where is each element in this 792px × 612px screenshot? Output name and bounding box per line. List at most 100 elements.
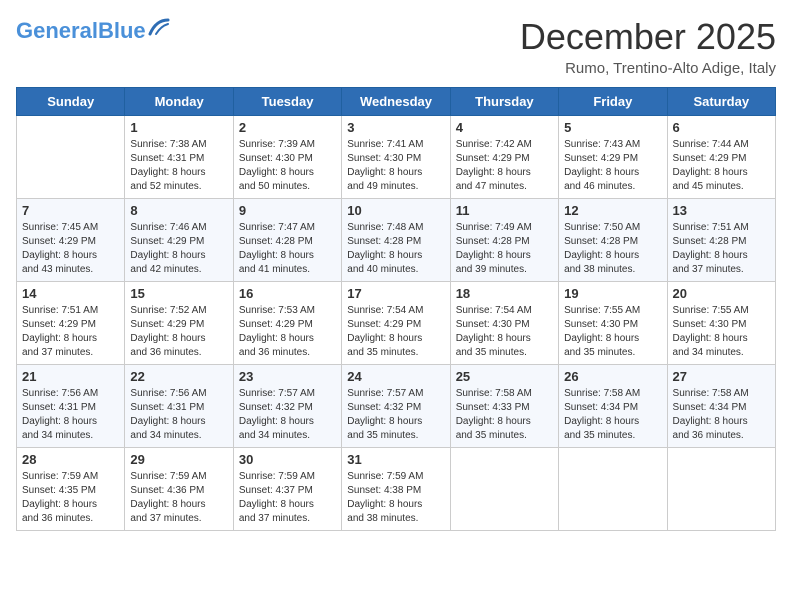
day-number: 29: [130, 452, 227, 467]
calendar-cell: 3Sunrise: 7:41 AMSunset: 4:30 PMDaylight…: [342, 116, 450, 199]
calendar-week-row: 1 Sunrise: 7:38 AMSunset: 4:31 PMDaylight…: [17, 116, 776, 199]
calendar-cell: 13Sunrise: 7:51 AMSunset: 4:28 PMDayligh…: [667, 199, 775, 282]
cell-info: Sunrise: 7:59 AMSunset: 4:38 PMDaylight:…: [347, 470, 444, 526]
calendar-cell: [559, 448, 667, 531]
cell-info: Sunrise: 7:59 AMSunset: 4:35 PMDaylight:…: [22, 470, 119, 526]
month-title: December 2025: [520, 16, 776, 58]
calendar-cell: 15 Sunrise: 7:52 AMSunset: 4:29 PMDayligh…: [125, 282, 233, 365]
title-block: December 2025 Rumo, Trentino-Alto Adige,…: [520, 16, 776, 77]
day-number: 24: [347, 369, 444, 384]
calendar-cell: [667, 448, 775, 531]
logo-general: General: [16, 18, 98, 43]
calendar-cell: 2 Sunrise: 7:39 AMSunset: 4:30 PMDaylight…: [233, 116, 341, 199]
day-number: 31: [347, 452, 444, 467]
calendar-cell: 12Sunrise: 7:50 AMSunset: 4:28 PMDayligh…: [559, 199, 667, 282]
day-number: 21: [22, 369, 119, 384]
day-number: 1: [130, 120, 227, 135]
cell-info: Sunrise: 7:55 AMSunset: 4:30 PMDaylight:…: [564, 304, 661, 360]
day-number: 28: [22, 452, 119, 467]
calendar-week-row: 21 Sunrise: 7:56 AMSunset: 4:31 PMDayligh…: [17, 365, 776, 448]
day-header-saturday: Saturday: [667, 88, 775, 116]
cell-info: Sunrise: 7:55 AMSunset: 4:30 PMDaylight:…: [673, 304, 770, 360]
calendar-cell: 29 Sunrise: 7:59 AMSunset: 4:36 PMDayligh…: [125, 448, 233, 531]
cell-info: Sunrise: 7:53 AMSunset: 4:29 PMDaylight:…: [239, 304, 336, 360]
cell-info: Sunrise: 7:44 AMSunset: 4:29 PMDaylight:…: [673, 138, 770, 194]
cell-info: Sunrise: 7:42 AMSunset: 4:29 PMDaylight:…: [456, 138, 553, 194]
logo: GeneralBlue: [16, 20, 170, 42]
calendar-cell: 14Sunrise: 7:51 AMSunset: 4:29 PMDayligh…: [17, 282, 125, 365]
calendar-cell: 9 Sunrise: 7:47 AMSunset: 4:28 PMDaylight…: [233, 199, 341, 282]
logo-wing-icon: [148, 18, 170, 36]
day-header-wednesday: Wednesday: [342, 88, 450, 116]
day-header-tuesday: Tuesday: [233, 88, 341, 116]
day-number: 23: [239, 369, 336, 384]
day-number: 6: [673, 120, 770, 135]
page-header: GeneralBlue December 2025 Rumo, Trentino…: [16, 16, 776, 77]
calendar-cell: 17 Sunrise: 7:54 AMSunset: 4:29 PMDayligh…: [342, 282, 450, 365]
day-number: 4: [456, 120, 553, 135]
calendar-body: 1 Sunrise: 7:38 AMSunset: 4:31 PMDaylight…: [17, 116, 776, 531]
day-number: 27: [673, 369, 770, 384]
calendar-cell: 16 Sunrise: 7:53 AMSunset: 4:29 PMDayligh…: [233, 282, 341, 365]
cell-info: Sunrise: 7:54 AMSunset: 4:30 PMDaylight:…: [456, 304, 553, 360]
day-number: 12: [564, 203, 661, 218]
cell-info: Sunrise: 7:39 AMSunset: 4:30 PMDaylight:…: [239, 138, 336, 194]
calendar-cell: 19Sunrise: 7:55 AMSunset: 4:30 PMDayligh…: [559, 282, 667, 365]
day-number: 18: [456, 286, 553, 301]
cell-info: Sunrise: 7:47 AMSunset: 4:28 PMDaylight:…: [239, 221, 336, 277]
calendar-cell: 25 Sunrise: 7:58 AMSunset: 4:33 PMDayligh…: [450, 365, 558, 448]
calendar-cell: 20 Sunrise: 7:55 AMSunset: 4:30 PMDayligh…: [667, 282, 775, 365]
location: Rumo, Trentino-Alto Adige, Italy: [520, 60, 776, 77]
calendar-cell: 4 Sunrise: 7:42 AMSunset: 4:29 PMDaylight…: [450, 116, 558, 199]
cell-info: Sunrise: 7:57 AMSunset: 4:32 PMDaylight:…: [347, 387, 444, 443]
day-number: 9: [239, 203, 336, 218]
day-number: 22: [130, 369, 227, 384]
calendar-cell: 7Sunrise: 7:45 AMSunset: 4:29 PMDaylight…: [17, 199, 125, 282]
calendar-cell: 23 Sunrise: 7:57 AMSunset: 4:32 PMDayligh…: [233, 365, 341, 448]
day-number: 10: [347, 203, 444, 218]
day-header-sunday: Sunday: [17, 88, 125, 116]
calendar-cell: 27Sunrise: 7:58 AMSunset: 4:34 PMDayligh…: [667, 365, 775, 448]
cell-info: Sunrise: 7:43 AMSunset: 4:29 PMDaylight:…: [564, 138, 661, 194]
calendar-cell: 5Sunrise: 7:43 AMSunset: 4:29 PMDaylight…: [559, 116, 667, 199]
cell-info: Sunrise: 7:56 AMSunset: 4:31 PMDaylight:…: [22, 387, 119, 443]
day-number: 16: [239, 286, 336, 301]
calendar-week-row: 28 Sunrise: 7:59 AMSunset: 4:35 PMDayligh…: [17, 448, 776, 531]
cell-info: Sunrise: 7:52 AMSunset: 4:29 PMDaylight:…: [130, 304, 227, 360]
day-number: 17: [347, 286, 444, 301]
day-number: 7: [22, 203, 119, 218]
cell-info: Sunrise: 7:58 AMSunset: 4:34 PMDaylight:…: [564, 387, 661, 443]
calendar-cell: 21 Sunrise: 7:56 AMSunset: 4:31 PMDayligh…: [17, 365, 125, 448]
calendar-cell: 6 Sunrise: 7:44 AMSunset: 4:29 PMDaylight…: [667, 116, 775, 199]
cell-info: Sunrise: 7:54 AMSunset: 4:29 PMDaylight:…: [347, 304, 444, 360]
calendar-cell: 8Sunrise: 7:46 AMSunset: 4:29 PMDaylight…: [125, 199, 233, 282]
day-number: 15: [130, 286, 227, 301]
day-number: 20: [673, 286, 770, 301]
cell-info: Sunrise: 7:58 AMSunset: 4:33 PMDaylight:…: [456, 387, 553, 443]
day-number: 14: [22, 286, 119, 301]
day-header-monday: Monday: [125, 88, 233, 116]
cell-info: Sunrise: 7:51 AMSunset: 4:28 PMDaylight:…: [673, 221, 770, 277]
cell-info: Sunrise: 7:56 AMSunset: 4:31 PMDaylight:…: [130, 387, 227, 443]
day-number: 26: [564, 369, 661, 384]
day-headers-row: SundayMondayTuesdayWednesdayThursdayFrid…: [17, 88, 776, 116]
cell-info: Sunrise: 7:48 AMSunset: 4:28 PMDaylight:…: [347, 221, 444, 277]
day-number: 2: [239, 120, 336, 135]
calendar-header: SundayMondayTuesdayWednesdayThursdayFrid…: [17, 88, 776, 116]
cell-info: Sunrise: 7:38 AMSunset: 4:31 PMDaylight:…: [130, 138, 227, 194]
calendar-cell: 28 Sunrise: 7:59 AMSunset: 4:35 PMDayligh…: [17, 448, 125, 531]
calendar-cell: 31 Sunrise: 7:59 AMSunset: 4:38 PMDayligh…: [342, 448, 450, 531]
calendar-cell: [450, 448, 558, 531]
day-number: 25: [456, 369, 553, 384]
logo-blue: Blue: [98, 18, 146, 43]
cell-info: Sunrise: 7:49 AMSunset: 4:28 PMDaylight:…: [456, 221, 553, 277]
calendar-cell: 26 Sunrise: 7:58 AMSunset: 4:34 PMDayligh…: [559, 365, 667, 448]
cell-info: Sunrise: 7:41 AMSunset: 4:30 PMDaylight:…: [347, 138, 444, 194]
cell-info: Sunrise: 7:57 AMSunset: 4:32 PMDaylight:…: [239, 387, 336, 443]
calendar-cell: 24 Sunrise: 7:57 AMSunset: 4:32 PMDayligh…: [342, 365, 450, 448]
cell-info: Sunrise: 7:59 AMSunset: 4:36 PMDaylight:…: [130, 470, 227, 526]
cell-info: Sunrise: 7:46 AMSunset: 4:29 PMDaylight:…: [130, 221, 227, 277]
calendar-cell: 10 Sunrise: 7:48 AMSunset: 4:28 PMDayligh…: [342, 199, 450, 282]
calendar-week-row: 7Sunrise: 7:45 AMSunset: 4:29 PMDaylight…: [17, 199, 776, 282]
calendar-cell: [17, 116, 125, 199]
